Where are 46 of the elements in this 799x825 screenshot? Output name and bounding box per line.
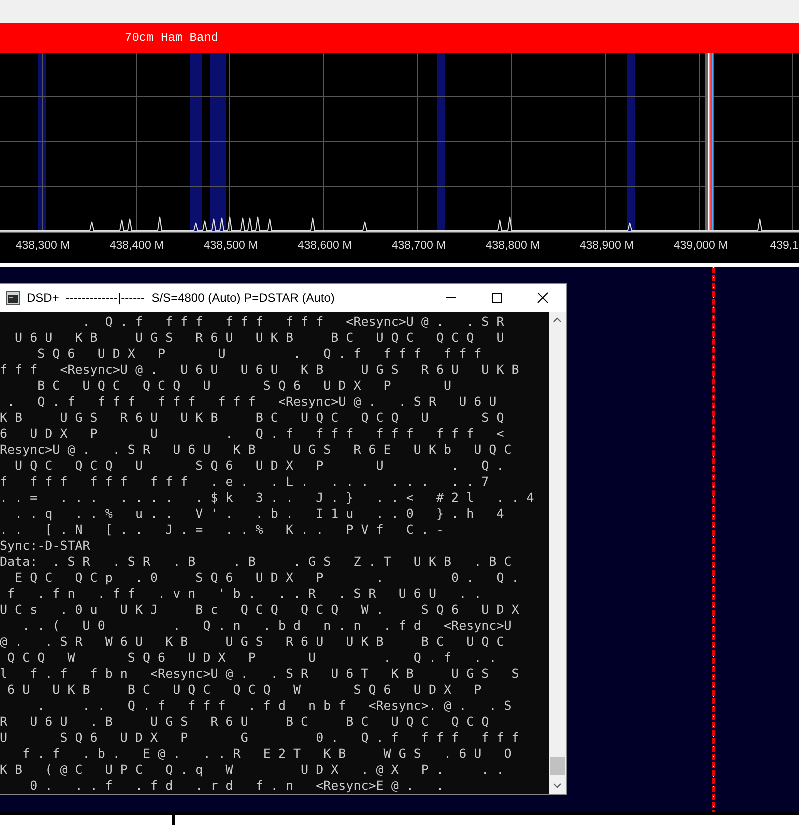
- console-line: f f f f f f f f f f . e . . L . . . . . . . . . 7: [0, 474, 490, 490]
- frequency-label: 438,300 M: [16, 240, 70, 252]
- console-line: l f . f f b n <Resync>U @ . . S R U 6 T K B U G S S: [0, 666, 520, 682]
- console-line: f . f n . f f . v n ' b . . . R . S R U 6 U . .: [6, 586, 483, 602]
- console-line: . Q . f f f f f f f f f f <Resync>U @ . . S R U 6 U: [6, 394, 498, 410]
- maximize-icon: [491, 292, 503, 304]
- console-line: . Q . f f f f f f f f f f <Resync>U @ . . S R: [82, 314, 506, 330]
- console-line: E Q C Q C p . 0 S Q 6 U D X P . 0 . Q .: [14, 570, 520, 586]
- console-line: . . ( U 0 . Q . n . b d n . n . f d <Resync>U: [22, 618, 513, 634]
- console-line: U C s . 0 u U K J B c Q C Q Q C Q W . S Q 6 U D X: [0, 602, 520, 618]
- band-label: 70cm Ham Band: [125, 31, 219, 45]
- console-line: K B U G S R 6 U U K B B C U Q C Q C Q U S Q: [0, 410, 506, 426]
- window-title: DSD+ -------------|------ S/S=4800 (Auto) P=DSTAR (Auto): [27, 291, 336, 305]
- close-icon: [537, 292, 549, 304]
- console-line: 6 U U K B B C U Q C Q C Q W S Q 6 U D X P: [6, 682, 483, 698]
- frequency-label: 438,800 M: [486, 240, 540, 252]
- console-icon: [6, 291, 20, 305]
- frequency-label: 438,900 M: [580, 240, 634, 252]
- console-line: Data: . S R . S R . B . B . G S Z . T U K B . B C: [0, 554, 513, 570]
- console-line: K B ( @ C U P C Q . q W U D X . @ X P . . .: [0, 762, 506, 778]
- scroll-thumb[interactable]: [550, 757, 565, 775]
- frequency-label: 438,400 M: [110, 240, 164, 252]
- frequency-label: 438,700 M: [392, 240, 446, 252]
- console-line: B C U Q C Q C Q U S Q 6 U D X P U: [36, 378, 453, 394]
- console-line: Sync:-D-STAR: [0, 538, 92, 554]
- console-line: f f f <Resync>U @ . U 6 U U 6 U K B U G S R 6 U U K B: [0, 362, 520, 378]
- frequency-label: 439,000 M: [674, 240, 728, 252]
- console-line: Resync>U @ . . S R U 6 U K B U G S R 6 E U K b U Q C: [0, 442, 513, 458]
- frequency-label: 439,1: [770, 240, 799, 252]
- console-line: U 6 U K B U G S R 6 U U K B B C U Q C Q C Q U: [14, 330, 506, 346]
- console-line: U S Q 6 U D X P G 0 . Q . f f f f f f f: [0, 730, 520, 746]
- frequency-label: 438,500 M: [204, 240, 258, 252]
- console-line: . . q . . % u . . V ' . . b . I 1 u . . 0 } . h 4: [14, 506, 506, 522]
- console-line: . . . Q . f f f f . f d n b f <Resync>. @ . . S: [36, 698, 513, 714]
- console-line: U Q C Q C Q U S Q 6 U D X P U . Q .: [14, 458, 506, 474]
- frequency-label: 438,600 M: [298, 240, 352, 252]
- scrollbar[interactable]: [549, 312, 566, 794]
- console-line: Q C Q W S Q 6 U D X P U . Q . f . .: [6, 650, 498, 666]
- console-line: @ . . S R W 6 U K B U G S R 6 U U K B B C U Q C: [0, 634, 506, 650]
- console-line: . . [ . N [ . . J . = . . % K . . P V f C . -: [0, 522, 446, 538]
- console-line: f . f . b . E @ . . . R E 2 T K B W G S . 6 U O: [22, 746, 513, 762]
- console-line: 0 . . . f . f d . r d f . n <Resync>E @ . .: [29, 778, 446, 794]
- console-line: S Q 6 U D X P U . Q . f f f f f f f: [36, 346, 483, 362]
- console-line: . . = . . . . . . . . $ k 3 . . J . } . . < # 2 l . . 4: [0, 490, 536, 506]
- console-line: 6 U D X P U . Q . f f f f f f f f f f <: [0, 426, 506, 442]
- console-line: R U 6 U . B U G S R 6 U B C B C U Q C Q C Q: [0, 714, 490, 730]
